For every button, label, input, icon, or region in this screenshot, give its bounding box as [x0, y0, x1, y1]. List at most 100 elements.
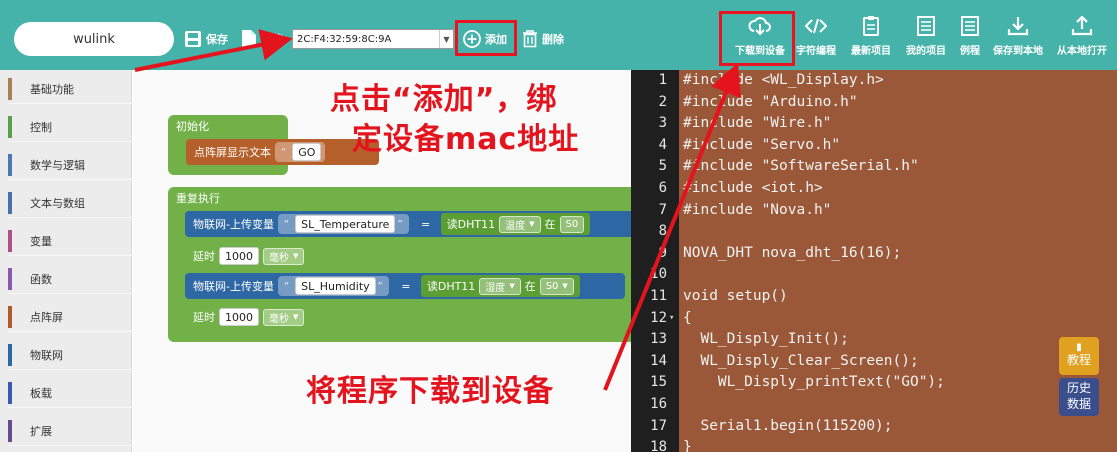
delay-block-1[interactable]: 延时 1000 毫秒 ▼ — [185, 243, 330, 269]
delay-value-input[interactable]: 1000 — [219, 247, 259, 265]
sidebar-item-text-array[interactable]: 文本与数组 — [8, 188, 132, 218]
read-dht-label: 读DHT11 — [426, 280, 476, 293]
delay-unit-dropdown[interactable]: 毫秒 ▼ — [263, 308, 305, 326]
category-color-bar — [8, 78, 12, 100]
save-local-button[interactable]: 保存到本地 — [983, 14, 1053, 64]
sidebar-item-math-logic[interactable]: 数学与逻辑 — [8, 150, 132, 180]
code-line[interactable]: NOVA_DHT nova_dht_16(16); — [683, 245, 901, 261]
trash-icon — [521, 29, 539, 49]
code-line[interactable]: #include "SoftwareSerial.h" — [683, 158, 919, 174]
upload-button[interactable]: 上传 — [240, 22, 283, 56]
at-label: 在 — [544, 218, 556, 231]
block-category-sidebar: 基础功能 控制 数学与逻辑 文本与数组 变量 函数 点阵屏 物联网 板载 扩展 — [0, 70, 132, 452]
sidebar-item-basic[interactable]: 基础功能 — [8, 74, 132, 104]
dht-mode-dropdown[interactable]: 湿度 ▼ — [479, 277, 521, 295]
line-number: 18 — [650, 439, 667, 452]
history-label-2: 数据 — [1066, 397, 1091, 411]
quote-close-icon: ” — [397, 218, 403, 230]
iot-upload-temperature-block[interactable]: 物联网-上传变量 “ SL_Temperature” = 读DHT11 温度 ▼ 在… — [185, 211, 631, 237]
sidebar-item-extensions[interactable]: 扩展 — [8, 416, 132, 446]
dht-mode-value: 湿度 — [485, 282, 506, 294]
category-color-bar — [8, 382, 12, 404]
quote-open-icon: “ — [283, 280, 290, 292]
read-dht-humidity-block[interactable]: 读DHT11 湿度 ▼ 在 S0 ▼ — [420, 275, 580, 297]
category-color-bar — [8, 116, 12, 138]
toolbar: 保存 上传 2C:F4:32:59:8C:9A ▼ 添加 删除 下载到设备 — [0, 0, 1117, 70]
dht-mode-dropdown[interactable]: 温度 ▼ — [499, 215, 541, 233]
delay-value-input[interactable]: 1000 — [219, 308, 259, 326]
category-color-bar — [8, 306, 12, 328]
code-line[interactable]: #include "Wire.h" — [683, 115, 831, 131]
at-label: 在 — [524, 280, 536, 293]
highlight-download-box — [719, 11, 795, 66]
open-local-button[interactable]: 从本地打开 — [1047, 14, 1117, 64]
temperature-var-string[interactable]: “ SL_Temperature” — [277, 214, 409, 234]
sidebar-item-label: 控制 — [30, 120, 52, 134]
code-line[interactable]: #include "Arduino.h" — [683, 94, 858, 110]
sidebar-item-label: 点阵屏 — [30, 310, 63, 324]
delay-block-2[interactable]: 延时 1000 毫秒 ▼ — [185, 304, 330, 330]
line-number: 2 — [658, 93, 667, 110]
code-line[interactable]: { — [683, 310, 692, 326]
sidebar-item-iot[interactable]: 物联网 — [8, 340, 132, 370]
chevron-down-icon[interactable]: ▼ — [439, 30, 453, 48]
code-line[interactable]: #include <WL_Display.h> — [683, 72, 884, 88]
sidebar-item-label: 物联网 — [30, 348, 63, 362]
sidebar-item-onboard[interactable]: 板载 — [8, 378, 132, 408]
code-editor[interactable]: 1 #include <WL_Display.h> 2 #include "Ardui… — [631, 70, 1117, 452]
book-icon: ▮ — [1076, 342, 1082, 354]
dht-pin-dropdown[interactable]: S0 ▼ — [539, 277, 574, 295]
code-line[interactable]: Serial1.begin(115200); — [683, 418, 892, 434]
delay-unit-value: 毫秒 — [269, 252, 289, 264]
iot-upload-humidity-block[interactable]: 物联网-上传变量 “SL_Humidity” = 读DHT11 湿度 ▼ 在 S0… — [185, 273, 625, 299]
dht-pin-value: S0 — [565, 218, 579, 230]
examples-label: 例程 — [960, 46, 980, 57]
line-number: 13 — [650, 331, 667, 348]
sidebar-item-variables[interactable]: 变量 — [8, 226, 132, 256]
tutorial-button[interactable]: ▮ 教程 — [1059, 337, 1099, 375]
dht-mode-value: 温度 — [505, 220, 526, 232]
dht-pin-dropdown[interactable]: S0 — [559, 215, 585, 233]
humidity-var-string[interactable]: “ SL_Humidity” — [277, 276, 389, 296]
delay-unit-dropdown[interactable]: 毫秒 ▼ — [263, 247, 305, 265]
fold-chevron-icon[interactable]: ▾ — [669, 313, 674, 323]
code-line[interactable]: WL_Disply_printText("GO"); — [683, 374, 945, 390]
code-line[interactable]: #include "Servo.h" — [683, 137, 840, 153]
project-name-input[interactable] — [14, 22, 174, 56]
chevron-down-icon: ▼ — [509, 282, 515, 290]
line-number: 11 — [650, 288, 667, 304]
quote-open-icon: “ — [281, 146, 287, 158]
upload-icon — [1071, 14, 1093, 38]
humidity-var-name[interactable]: SL_Humidity — [295, 277, 376, 295]
code-line[interactable]: } — [683, 439, 692, 452]
mac-address-select[interactable]: 2C:F4:32:59:8C:9A ▼ — [292, 29, 454, 49]
code-line[interactable]: void setup() — [683, 288, 788, 304]
upload-label: 上传 — [261, 33, 283, 46]
delete-button[interactable]: 删除 — [521, 22, 564, 56]
equals-sign: = — [401, 279, 411, 293]
sidebar-item-label: 数学与逻辑 — [30, 158, 85, 172]
display-text-string[interactable]: “ GO — [275, 142, 326, 162]
line-number: 10 — [650, 266, 667, 283]
annotation-download: 将程序下载到设备 — [306, 374, 554, 409]
sidebar-item-functions[interactable]: 函数 — [8, 264, 132, 294]
line-number: 5 — [658, 158, 667, 175]
highlight-add-box — [455, 20, 517, 56]
history-label-1: 历史 — [1066, 381, 1091, 396]
code-line[interactable]: #include <iot.h> — [683, 180, 823, 196]
temperature-var-name[interactable]: SL_Temperature — [295, 215, 396, 233]
sidebar-item-dot-matrix[interactable]: 点阵屏 — [8, 302, 132, 332]
code-line[interactable]: #include "Nova.h" — [683, 202, 831, 218]
sidebar-item-control[interactable]: 控制 — [8, 112, 132, 142]
line-number: 8 — [658, 223, 667, 240]
history-data-button[interactable]: 历史 数据 — [1059, 378, 1099, 416]
display-text-value[interactable]: GO — [292, 143, 322, 161]
code-line[interactable]: WL_Disply_Clear_Screen(); — [683, 353, 918, 369]
code-line[interactable]: WL_Disply_Init(); — [683, 331, 848, 347]
clipboard-icon — [862, 14, 880, 38]
read-dht-temperature-block[interactable]: 读DHT11 温度 ▼ 在 S0 — [440, 213, 591, 235]
save-button[interactable]: 保存 — [183, 22, 228, 56]
tutorial-label: 教程 — [1066, 353, 1091, 368]
display-text-block[interactable]: 点阵屏显示文本 “ GO — [186, 139, 379, 165]
chevron-down-icon: ▼ — [293, 313, 299, 321]
